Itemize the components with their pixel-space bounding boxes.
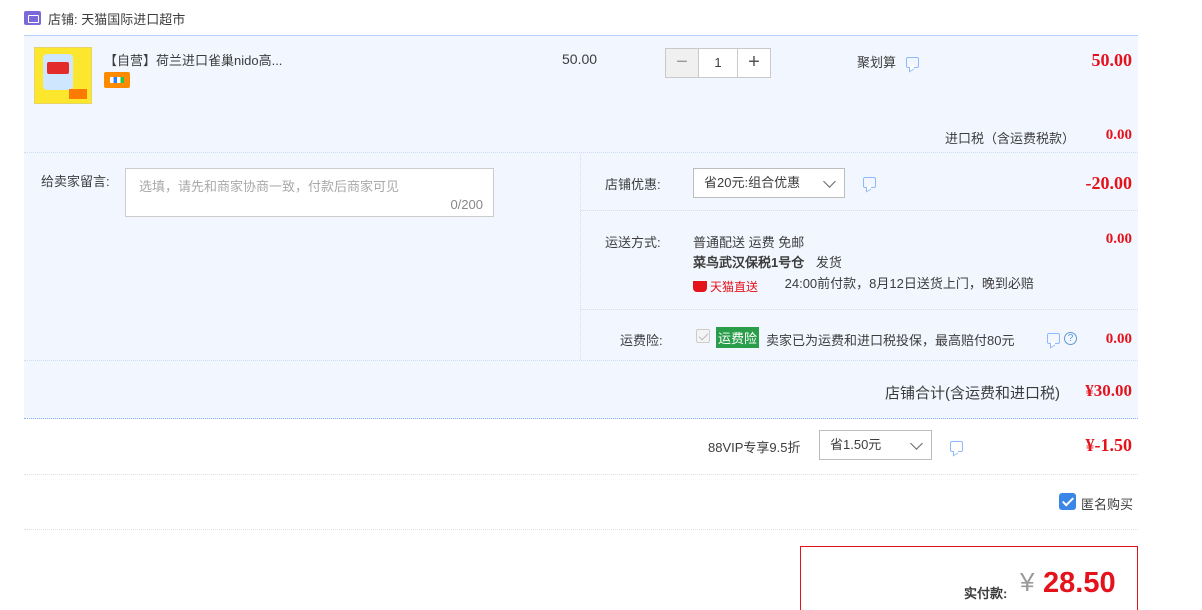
delivery-line: 天猫直送 24:00前付款，8月12日送货上门，晚到必赔 — [693, 273, 1034, 294]
payment-currency: ¥ — [1020, 567, 1035, 597]
chat-icon[interactable] — [906, 57, 919, 68]
warehouse-suffix: 发货 — [815, 255, 842, 270]
store-total-label: 店铺合计(含运费和进口税) — [885, 385, 1060, 402]
store-discount-label: 店铺优惠: — [605, 177, 661, 192]
anonymous-checkbox[interactable] — [1059, 493, 1076, 510]
store-discount-row: 店铺优惠: 省20元:组合优惠 -20.00 — [581, 153, 1138, 211]
vip-discount-select[interactable]: 省1.50元 — [819, 430, 932, 460]
quantity-input[interactable]: 1 — [699, 48, 737, 78]
shipping-row: 运送方式: 普通配送 运费 免邮 菜鸟武汉保税1号仓 发货 天猫直送 24:00… — [581, 211, 1138, 310]
store-total-row: 店铺合计(含运费和进口税) ¥30.00 — [24, 360, 1138, 419]
seller-message-input[interactable]: 选填，请先和商家协商一致，付款后商家可见 0/200 — [125, 168, 494, 217]
shipping-method: 普通配送 运费 免邮 — [693, 235, 805, 250]
anonymous-row: 匿名购买 — [24, 475, 1138, 530]
shipping-value: 0.00 — [1105, 231, 1132, 247]
unit-price: 50.00 — [562, 51, 598, 67]
chat-icon[interactable] — [1047, 333, 1060, 344]
store-discount-selected: 省20元:组合优惠 — [704, 175, 801, 190]
payment-amount: 28.50 — [1043, 567, 1116, 599]
item-row: 【自营】荷兰进口雀巢nido高... 50.00 − 1 + 聚划算 50.00… — [24, 36, 1138, 153]
decrease-quantity-button[interactable]: − — [665, 48, 699, 78]
help-question-icon[interactable]: ? — [1064, 332, 1077, 345]
chevron-down-icon — [910, 437, 923, 450]
quantity-stepper: − 1 + — [665, 48, 771, 78]
vip-label: 88VIP专享9.5折 — [708, 440, 801, 455]
chat-icon[interactable] — [950, 441, 963, 452]
insurance-badge: 运费险 — [716, 327, 760, 348]
import-tax-value: 0.00 — [1105, 127, 1132, 143]
import-tax-label: 进口税（含运费税款） — [945, 131, 1076, 146]
seller-message-area: 给卖家留言: 选填，请先和商家协商一致，付款后商家可见 0/200 — [24, 153, 581, 360]
vip-discount-row: 88VIP专享9.5折 省1.50元 ¥-1.50 — [24, 420, 1138, 475]
payment-label: 实付款: — [964, 586, 1008, 601]
chevron-down-icon — [823, 175, 836, 188]
store-total-value: ¥30.00 — [1085, 381, 1132, 400]
warehouse-name: 菜鸟武汉保税1号仓 — [693, 255, 805, 270]
insurance-value: 0.00 — [1105, 331, 1132, 347]
tmall-direct-logo: 天猫直送 — [693, 278, 773, 294]
store-discount-value: -20.00 — [1085, 173, 1133, 193]
promo-label: 聚划算 — [857, 55, 897, 70]
item-subtotal: 50.00 — [1091, 50, 1133, 70]
store-header: 店铺: 天猫国际进口超市 — [24, 8, 185, 28]
insurance-label: 运费险: — [620, 333, 663, 348]
service-badge-icon — [104, 72, 130, 88]
shipping-label: 运送方式: — [605, 235, 661, 250]
product-title[interactable]: 【自营】荷兰进口雀巢nido高... — [104, 50, 282, 69]
vip-discount-value: ¥-1.50 — [1085, 435, 1133, 455]
seller-message-label: 给卖家留言: — [41, 174, 110, 189]
product-thumbnail[interactable] — [34, 47, 92, 104]
order-box: 【自营】荷兰进口雀巢nido高... 50.00 − 1 + 聚划算 50.00… — [24, 35, 1138, 419]
insurance-checkbox — [696, 329, 710, 343]
tmall-cat-icon — [693, 281, 707, 292]
insurance-text: 卖家已为运费和进口税投保，最高赔付80元 — [766, 333, 1015, 348]
delivery-note: 24:00前付款，8月12日送货上门，晚到必赔 — [784, 276, 1034, 291]
character-count: 0/200 — [450, 197, 483, 212]
seller-message-placeholder: 选填，请先和商家协商一致，付款后商家可见 — [139, 179, 400, 194]
vip-discount-selected: 省1.50元 — [830, 437, 882, 452]
store-discount-select[interactable]: 省20元:组合优惠 — [693, 168, 845, 198]
insurance-row: 运费险: 运费险 卖家已为运费和进口税投保，最高赔付80元 ? 0.00 — [581, 310, 1138, 360]
tmall-global-icon — [24, 11, 41, 25]
payment-summary: 实付款: ¥ 28.50 — [800, 546, 1138, 610]
anonymous-label[interactable]: 匿名购买 — [1081, 494, 1133, 513]
chat-icon[interactable] — [863, 177, 876, 188]
store-name[interactable]: 店铺: 天猫国际进口超市 — [48, 9, 185, 28]
increase-quantity-button[interactable]: + — [737, 48, 771, 78]
tmall-logo-text: 天猫直送 — [710, 280, 759, 294]
warehouse-line: 菜鸟武汉保税1号仓 发货 — [693, 252, 842, 271]
